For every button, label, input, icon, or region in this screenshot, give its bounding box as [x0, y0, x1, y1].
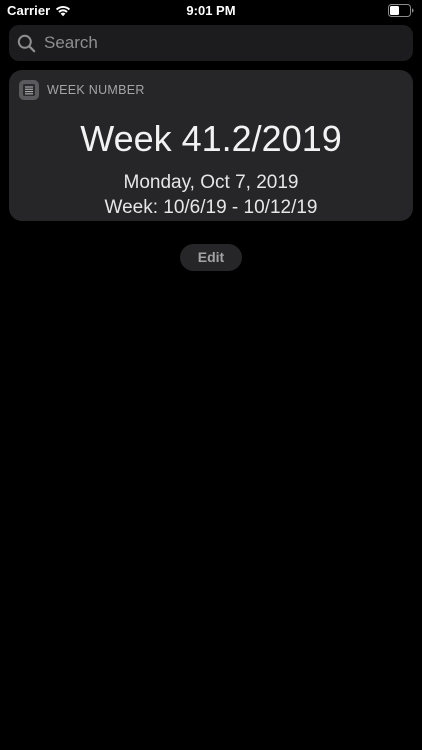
widget-title: WEEK NUMBER — [47, 83, 145, 97]
current-date-text: Monday, Oct 7, 2019 — [123, 172, 299, 193]
calendar-list-icon — [19, 80, 39, 100]
week-number-text: Week 41.2/2019 — [80, 118, 342, 159]
week-range-text: Week: 10/6/19 - 10/12/19 — [104, 197, 318, 218]
status-time: 9:01 PM — [186, 3, 236, 18]
search-bar[interactable] — [9, 25, 413, 61]
battery-icon — [388, 4, 414, 17]
search-input[interactable] — [44, 28, 413, 58]
widget-header[interactable]: WEEK NUMBER — [19, 80, 145, 100]
edit-button[interactable]: Edit — [180, 244, 242, 271]
status-bar: Carrier 9:01 PM — [0, 0, 422, 22]
search-icon — [17, 34, 36, 52]
week-number-widget[interactable]: WEEK NUMBER Week 41.2/2019 Monday, Oct 7… — [9, 70, 413, 221]
